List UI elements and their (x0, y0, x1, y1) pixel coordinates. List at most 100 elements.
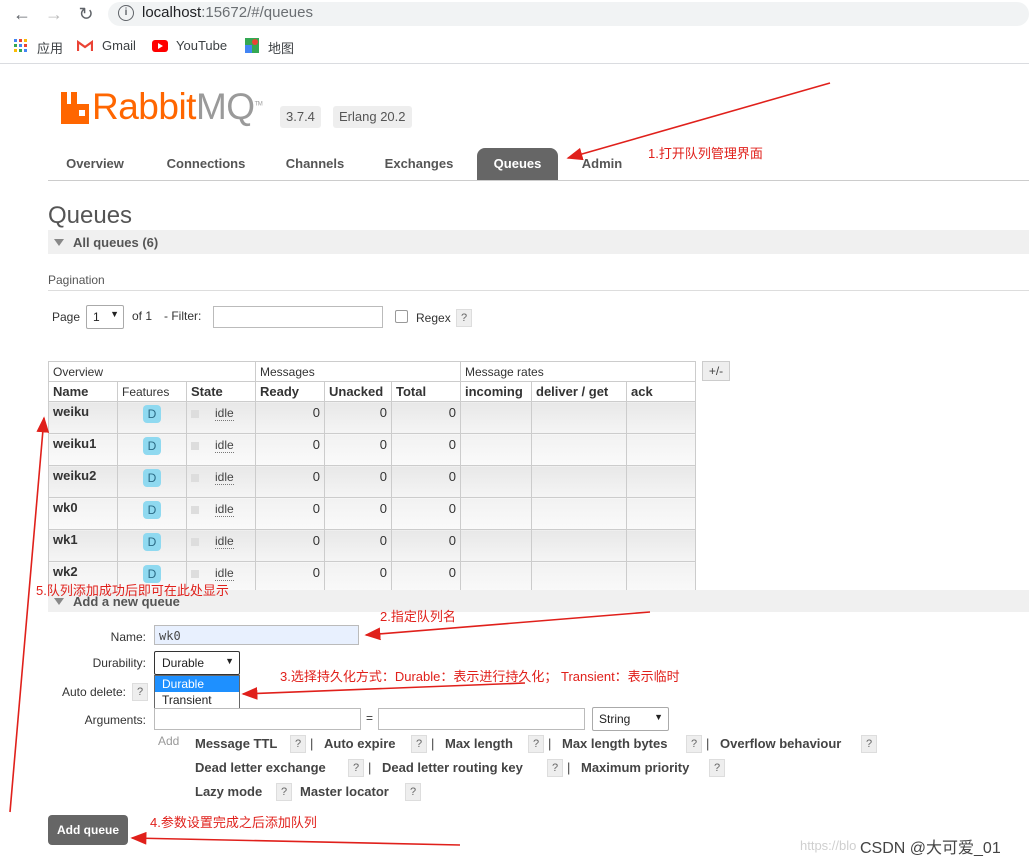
maps-icon (245, 38, 259, 53)
argument-value-input[interactable] (378, 708, 585, 730)
arg-dead-letter-exchange[interactable]: Dead letter exchange (195, 760, 326, 775)
auto-delete-help-icon[interactable]: ? (132, 683, 148, 701)
bookmark-maps[interactable]: 地图 (268, 38, 294, 57)
arrow-to-add-button (130, 831, 461, 846)
page-select[interactable]: 1 ▼ (86, 305, 124, 329)
table-row[interactable]: weiku1 Didle 0 0 0 (48, 433, 696, 466)
state-cell: idle (186, 401, 256, 434)
add-argument-link[interactable]: Add (158, 734, 179, 748)
reload-icon[interactable]: ↻ (76, 4, 96, 25)
queue-name-link[interactable]: weiku1 (48, 433, 118, 466)
arg-max-length[interactable]: Max length (445, 736, 513, 751)
col-name[interactable]: Name (48, 381, 118, 402)
arg-max-length-bytes[interactable]: Max length bytes (562, 736, 667, 751)
bookmark-gmail[interactable]: Gmail (102, 38, 136, 53)
total-cell: 0 (391, 465, 461, 498)
filter-label: - Filter: (164, 309, 202, 323)
columns-toggle-button[interactable]: +/- (702, 361, 730, 381)
regex-help-icon[interactable]: ? (456, 309, 472, 327)
equals-sign: = (366, 711, 374, 725)
durability-dropdown-list: Durable Transient (154, 675, 240, 711)
col-ready[interactable]: Ready (255, 381, 325, 402)
col-unacked[interactable]: Unacked (324, 381, 392, 402)
address-text[interactable]: localhost:15672/#/queues (142, 4, 313, 21)
queue-name-link[interactable]: wk1 (48, 529, 118, 562)
add-queue-button[interactable]: Add queue (48, 815, 128, 845)
state-indicator-icon (191, 441, 199, 450)
all-queues-label[interactable]: All queues (6) (73, 235, 158, 250)
deliver-get-cell (531, 561, 627, 594)
col-ack[interactable]: ack (626, 381, 696, 402)
collapse-triangle-icon[interactable] (54, 239, 64, 246)
help-icon[interactable]: ? (528, 735, 544, 753)
queue-name-input[interactable]: wk0 (154, 625, 359, 645)
tab-exchanges[interactable]: Exchanges (370, 148, 468, 180)
arg-auto-expire[interactable]: Auto expire (324, 736, 396, 751)
forward-arrow-icon[interactable]: → (44, 4, 64, 25)
separator: | (548, 736, 552, 751)
arg-message-ttl[interactable]: Message TTL (195, 736, 277, 751)
incoming-cell (460, 497, 532, 530)
help-icon[interactable]: ? (686, 735, 702, 753)
table-row[interactable]: wk1 Didle 0 0 0 (48, 529, 696, 562)
help-icon[interactable]: ? (411, 735, 427, 753)
features-cell: D (117, 497, 187, 530)
argument-type-select[interactable]: String ▼ (592, 707, 669, 731)
rabbitmq-logo-icon (61, 92, 89, 124)
col-state[interactable]: State (186, 381, 256, 402)
state-indicator-icon (191, 473, 199, 482)
tab-overview[interactable]: Overview (52, 148, 138, 180)
page-title: Queues (48, 202, 133, 229)
tab-channels[interactable]: Channels (272, 148, 358, 180)
queue-name-link[interactable]: weiku (48, 401, 118, 434)
arg-maximum-priority[interactable]: Maximum priority (581, 760, 689, 775)
col-features[interactable]: Features (117, 381, 187, 402)
info-icon[interactable]: i (118, 5, 134, 21)
table-row[interactable]: wk0 Didle 0 0 0 (48, 497, 696, 530)
col-total[interactable]: Total (391, 381, 461, 402)
help-icon[interactable]: ? (348, 759, 364, 777)
help-icon[interactable]: ? (276, 783, 292, 801)
group-message-rates: Message rates (460, 361, 696, 382)
rabbitmq-logo-text: RabbitMQTM (92, 86, 263, 127)
deliver-get-cell (531, 497, 627, 530)
ready-cell: 0 (255, 561, 325, 594)
filter-input[interactable] (213, 306, 383, 328)
state-label: idle (215, 470, 234, 485)
tab-underline (48, 180, 1029, 181)
queue-name-link[interactable]: wk0 (48, 497, 118, 530)
argument-key-input[interactable] (154, 708, 361, 730)
help-icon[interactable]: ? (547, 759, 563, 777)
ack-cell (626, 497, 696, 530)
all-queues-header[interactable] (48, 230, 1029, 254)
arg-master-locator[interactable]: Master locator (300, 784, 389, 799)
bookmark-apps[interactable]: 应用 (37, 38, 63, 57)
col-deliver-get[interactable]: deliver / get (531, 381, 627, 402)
deliver-get-cell (531, 465, 627, 498)
ready-cell: 0 (255, 433, 325, 466)
col-incoming[interactable]: incoming (460, 381, 532, 402)
regex-checkbox[interactable] (395, 310, 408, 323)
tab-queues[interactable]: Queues (477, 148, 558, 180)
arg-lazy-mode[interactable]: Lazy mode (195, 784, 262, 799)
table-row[interactable]: weiku2 Didle 0 0 0 (48, 465, 696, 498)
tab-connections[interactable]: Connections (150, 148, 262, 180)
help-icon[interactable]: ? (709, 759, 725, 777)
queue-name-link[interactable]: weiku2 (48, 465, 118, 498)
collapse-triangle-icon[interactable] (54, 598, 64, 605)
help-icon[interactable]: ? (861, 735, 877, 753)
durability-select[interactable]: Durable ▼ (154, 651, 240, 675)
durability-option-transient[interactable]: Transient (155, 692, 239, 708)
table-row[interactable]: weiku Didle 0 0 0 (48, 401, 696, 434)
durability-option-durable[interactable]: Durable (155, 676, 239, 692)
tab-admin[interactable]: Admin (568, 148, 636, 180)
bookmark-youtube[interactable]: YouTube (176, 38, 227, 53)
ready-cell: 0 (255, 497, 325, 530)
state-indicator-icon (191, 537, 199, 546)
help-icon[interactable]: ? (405, 783, 421, 801)
help-icon[interactable]: ? (290, 735, 306, 753)
arg-overflow-behaviour[interactable]: Overflow behaviour (720, 736, 841, 751)
arg-dead-letter-routing-key[interactable]: Dead letter routing key (382, 760, 523, 775)
apps-grid-icon[interactable] (14, 39, 28, 53)
back-arrow-icon[interactable]: ← (12, 4, 32, 25)
